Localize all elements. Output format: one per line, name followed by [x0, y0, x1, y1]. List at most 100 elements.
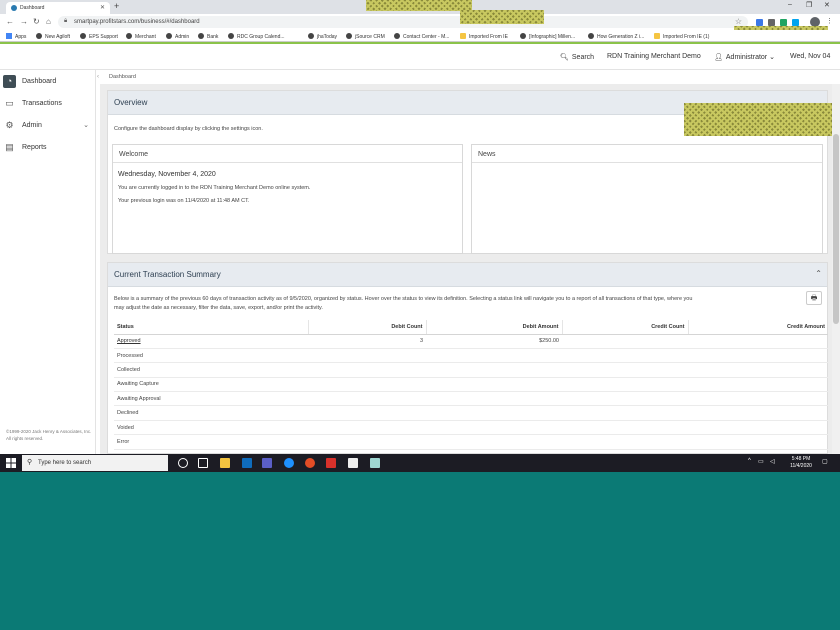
transaction-summary-table: Status Debit Count Debit Amount Credit C… [114, 320, 828, 450]
debit-amount-cell: $250.00 [426, 334, 562, 349]
bookmark-item[interactable]: jhaToday [308, 33, 337, 40]
sidebar-item-reports[interactable]: ▤ Reports [0, 137, 96, 159]
clock-time: 5:48 PM [791, 456, 811, 462]
globe-icon [308, 33, 314, 39]
globe-icon [126, 33, 132, 39]
app-icon[interactable] [348, 458, 358, 468]
redacted-area [684, 103, 838, 136]
reload-icon[interactable]: ↻ [33, 17, 40, 26]
network-icon[interactable]: ▭ [758, 458, 764, 465]
sidebar-item-dashboard[interactable]: ◔ Dashboard [0, 71, 96, 93]
logged-in-text: You are currently logged in to the RDN T… [118, 185, 311, 191]
bookmark-item[interactable]: Merchant [126, 33, 156, 40]
bookmark-item[interactable]: [Infographic] Millen... [520, 33, 575, 40]
bookmark-item[interactable]: Bank [198, 33, 218, 40]
status-link-approved[interactable]: Approved [117, 338, 141, 344]
close-window-button[interactable]: ✕ [824, 1, 830, 9]
cortana-icon[interactable] [178, 458, 188, 468]
file-explorer-icon[interactable] [220, 458, 230, 468]
scrollbar-thumb[interactable] [833, 134, 839, 324]
bookmark-item[interactable]: jSource CRM [346, 33, 385, 40]
status-cell: Collected [114, 362, 308, 378]
column-header[interactable]: Credit Count [562, 320, 689, 335]
header-search[interactable]: 🔍︎ Search [560, 53, 594, 61]
credit-count-cell [562, 391, 688, 407]
windows-start-icon[interactable] [6, 458, 16, 468]
taskbar-search-input[interactable]: ⚲ Type here to search [22, 455, 168, 471]
page-scrollbar[interactable] [832, 84, 840, 454]
home-icon[interactable]: ⌂ [46, 17, 51, 26]
forward-arrow-icon[interactable]: → [20, 17, 28, 26]
credit-count-cell [562, 434, 688, 450]
table-row: Collected [114, 362, 828, 378]
news-title: News [478, 151, 496, 158]
print-button[interactable]: 🖶 [806, 291, 822, 305]
app-icon[interactable] [370, 458, 380, 468]
address-bar[interactable]: 🔒︎ smartpay.profitstars.com/business/#/d… [58, 16, 748, 28]
credit-amount-cell [688, 434, 828, 450]
back-arrow-icon[interactable]: ← [6, 17, 14, 26]
browser-tab[interactable]: Dashboard ✕ [6, 2, 110, 14]
status-cell: Awaiting Approval [114, 391, 308, 407]
bookmark-folder[interactable]: Imported From IE (1) [654, 33, 709, 40]
teams-icon[interactable] [262, 458, 272, 468]
bookmark-item[interactable]: New Agiloft [36, 33, 70, 40]
folder-icon [460, 33, 466, 39]
summary-panel-header[interactable]: Current Transaction Summary ⌃ [108, 263, 827, 287]
column-header[interactable]: Status [114, 320, 309, 335]
column-header[interactable]: Debit Amount [426, 320, 563, 335]
bookmark-folder[interactable]: Imported From IE [460, 33, 508, 40]
previous-login-text: Your previous login was on 11/4/2020 at … [118, 198, 250, 204]
debit-count-cell [308, 377, 426, 393]
debit-count-cell [308, 348, 426, 364]
user-menu[interactable]: 👤︎ Administrator ⌄ [714, 53, 775, 61]
extension-icon[interactable] [756, 19, 763, 26]
extension-icon[interactable] [780, 19, 787, 26]
sidebar-item-admin[interactable]: ⚙ Admin ⌄ [0, 115, 96, 137]
app-icon[interactable] [326, 458, 336, 468]
admin-gear-icon: ⚙ [5, 120, 14, 130]
collapse-chevron-icon[interactable]: ⌃ [815, 269, 822, 278]
tray-chevron-icon[interactable]: ^ [748, 458, 751, 464]
volume-icon[interactable]: ◁ [770, 458, 775, 465]
column-header[interactable]: Credit Amount [688, 320, 828, 335]
bookmark-item[interactable]: Apps [6, 33, 26, 40]
welcome-date: Wednesday, November 4, 2020 [118, 171, 216, 178]
debit-amount-cell [426, 362, 562, 378]
task-view-icon[interactable] [198, 458, 208, 468]
globe-icon [36, 33, 42, 39]
notifications-icon[interactable]: ▢ [822, 458, 828, 465]
browser-menu-icon[interactable]: ⋮ [826, 17, 833, 25]
merchant-name[interactable]: RDN Training Merchant Demo [607, 53, 701, 60]
breadcrumb: Dashboard [109, 74, 136, 80]
close-tab-icon[interactable]: ✕ [100, 4, 105, 11]
bookmark-item[interactable]: EPS Support [80, 33, 118, 40]
globe-icon [80, 33, 86, 39]
minimize-button[interactable]: – [788, 1, 792, 8]
chrome-icon[interactable] [305, 458, 315, 468]
bookmark-star-icon[interactable]: ☆ [735, 17, 742, 26]
edge-icon[interactable] [284, 458, 294, 468]
bookmark-item[interactable]: Admin [166, 33, 189, 40]
bookmark-item[interactable]: Contact Center - M... [394, 33, 449, 40]
overview-hint: Configure the dashboard display by click… [114, 126, 263, 132]
extension-icon[interactable] [768, 19, 775, 26]
debit-amount-cell [426, 420, 562, 436]
credit-count-cell [562, 420, 688, 436]
new-tab-button[interactable]: + [114, 1, 119, 11]
table-header-row: Status Debit Count Debit Amount Credit C… [114, 320, 828, 335]
sidebar-collapse-icon[interactable]: ‹ [97, 74, 99, 80]
debit-amount-cell [426, 405, 562, 421]
credit-count-cell [562, 405, 688, 421]
bookmark-item[interactable]: RDC Group Calend... [228, 33, 285, 40]
bookmark-item[interactable]: How Generation Z i... [588, 33, 644, 40]
taskbar-clock[interactable]: 5:48 PM 11/4/2020 [786, 456, 816, 470]
extension-icon[interactable] [792, 19, 799, 26]
sidebar-item-transactions[interactable]: ▭ Transactions [0, 93, 96, 115]
maximize-button[interactable]: ❐ [806, 1, 812, 9]
column-header[interactable]: Debit Count [308, 320, 427, 335]
globe-icon [588, 33, 594, 39]
user-icon: 👤︎ [714, 54, 723, 61]
outlook-icon[interactable] [242, 458, 252, 468]
debit-count-cell: 3 [308, 334, 426, 349]
